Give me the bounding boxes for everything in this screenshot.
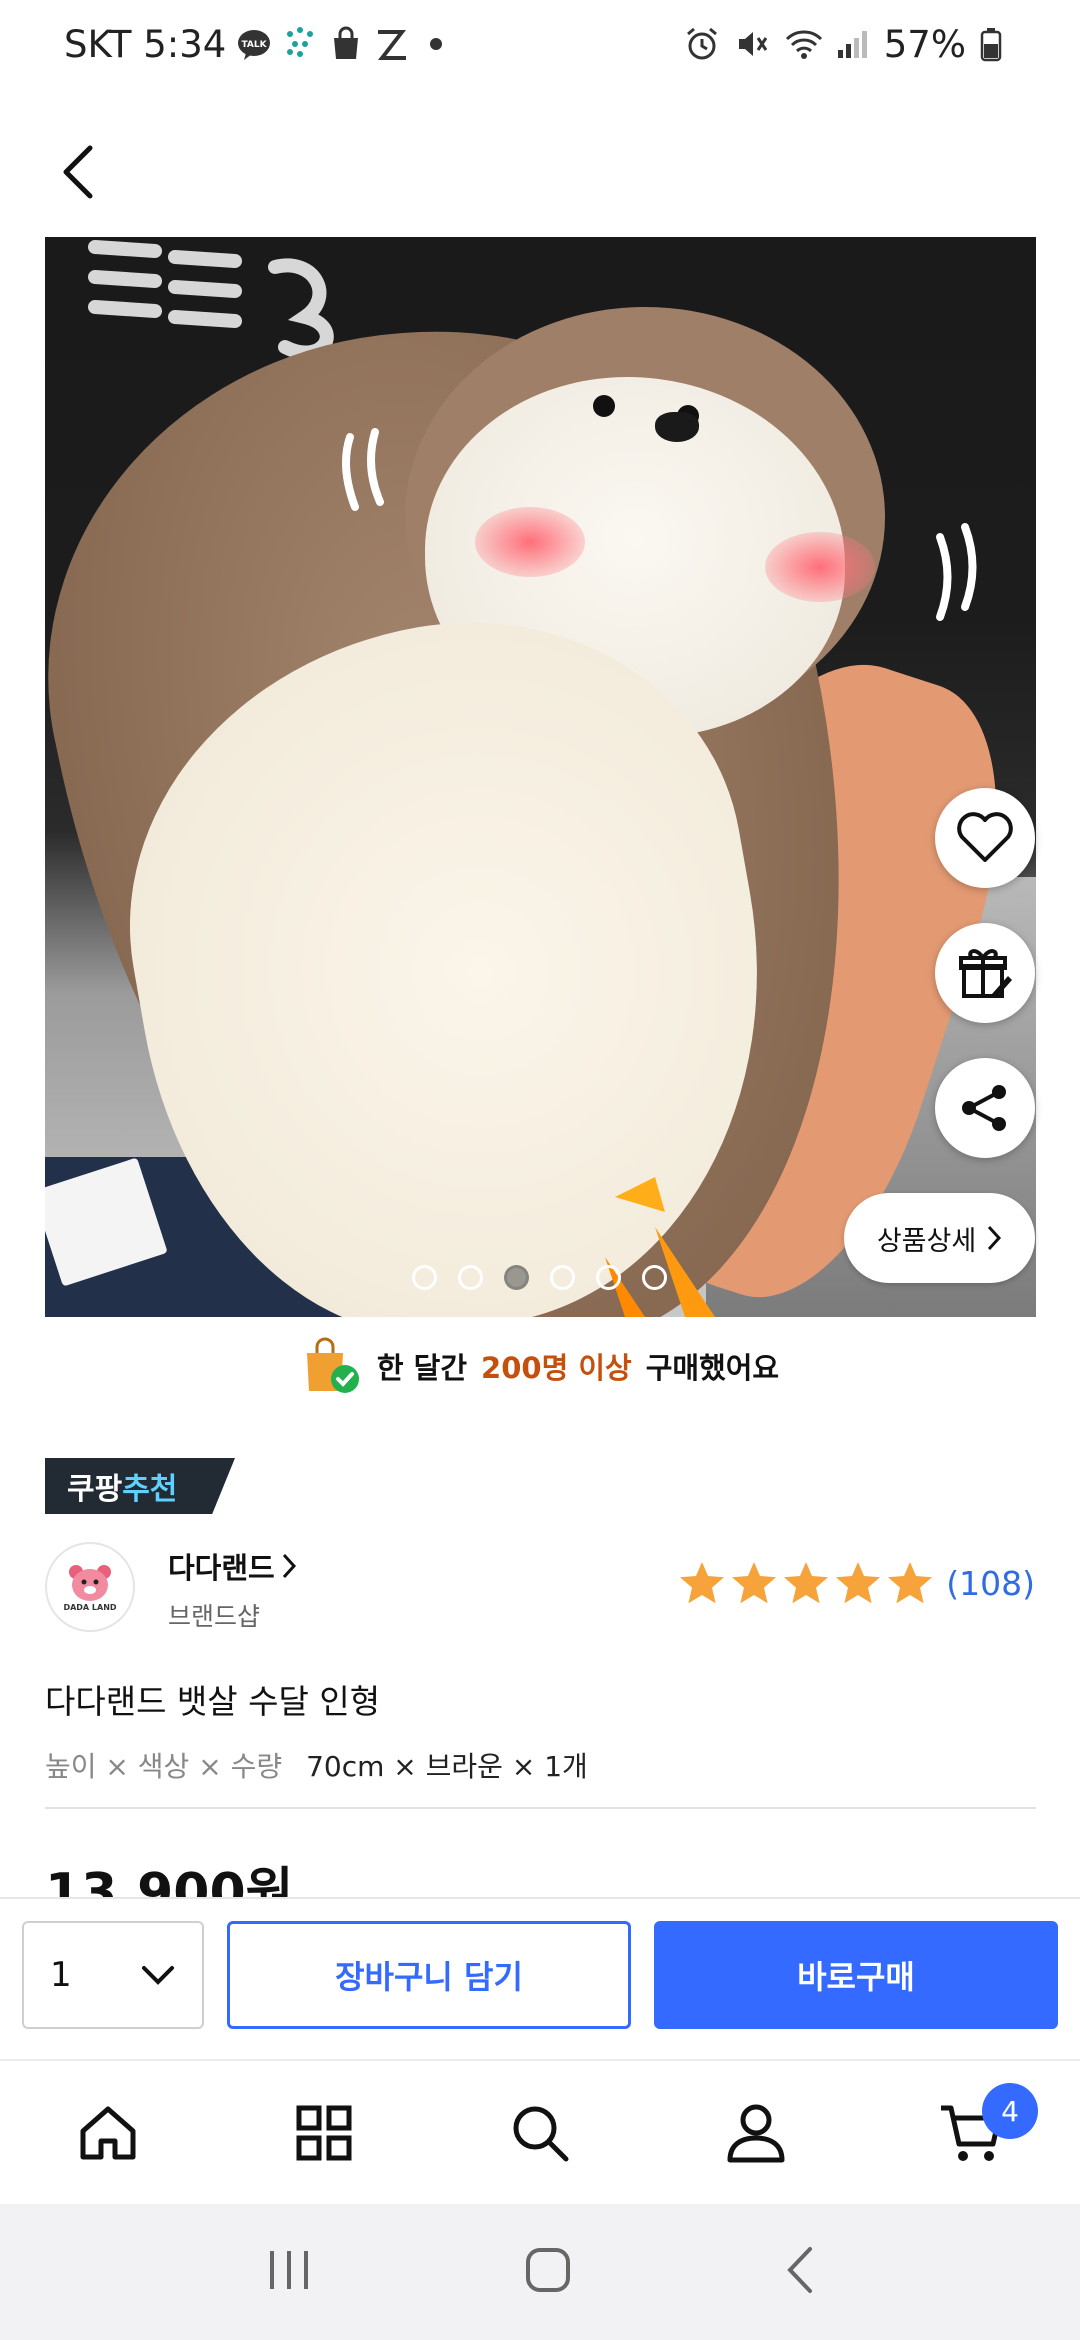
back-button[interactable] [46,132,106,212]
notification-dot [430,38,443,50]
recent-apps-button[interactable] [266,2247,312,2297]
notice-highlight: 200명 이상 [481,1351,632,1385]
product-image-carousel[interactable] [45,237,1036,1317]
quantity-value: 1 [50,1955,72,1995]
gift-icon [959,949,1012,998]
badge-part1: 쿠팡 [67,1472,123,1507]
motion-lines-right [936,523,977,621]
option-label: 높이 × 색상 × 수량 [45,1750,283,1783]
gift-button[interactable] [935,923,1035,1023]
carousel-dot[interactable] [550,1265,575,1290]
nav-search[interactable] [432,2061,648,2204]
dots-app-icon [282,26,318,62]
blush-right [765,532,875,602]
nav-home[interactable] [0,2061,216,2204]
motion-lines-left [342,428,384,511]
seller-name-link[interactable]: 다다랜드 [168,1545,297,1587]
notice-prefix: 한 달간 [376,1351,468,1385]
nav-cart[interactable]: 4 [864,2061,1080,2204]
badge-part2: 추천 [122,1472,178,1507]
wishlist-button[interactable] [935,788,1035,888]
home-icon [80,2106,136,2159]
chevron-left-icon [63,145,93,199]
star-icon [784,1562,829,1604]
seller-logo-text: DADA LAND [63,1602,117,1612]
chevron-down-icon [142,1966,174,1985]
z-app-icon [374,26,410,62]
share-icon [962,1085,1006,1131]
orange-accent [605,1177,715,1317]
cart-count-badge: 4 [982,2083,1038,2139]
carrier-time: SKT 5:34 [64,22,227,66]
chevron-right-icon [988,1225,1002,1251]
buy-now-label: 바로구매 [797,1958,915,1996]
purchase-count-notice: 한 달간 200명 이상 구매했어요 [0,1330,1080,1402]
carousel-dot-active[interactable] [504,1265,529,1290]
seller-type: 브랜드샵 [168,1602,261,1631]
add-to-cart-label: 장바구니 담기 [335,1958,523,1996]
otter-eye-left [593,395,615,417]
grid-icon [296,2105,352,2160]
nav-categories[interactable] [216,2061,432,2204]
seller-logo[interactable]: DADA LAND [45,1542,135,1632]
rating-count[interactable]: (108) [946,1564,1035,1603]
alarm-icon [684,26,720,62]
quantity-select[interactable]: 1 [22,1921,204,2029]
carousel-dot[interactable] [642,1265,667,1290]
home-system-button[interactable] [524,2246,572,2298]
carousel-dots [412,1265,667,1290]
divider [45,1807,1036,1809]
seller-name: 다다랜드 [168,1551,275,1585]
notice-suffix: 구매했어요 [645,1351,780,1385]
carousel-dot[interactable] [412,1265,437,1290]
blush-left [475,507,585,577]
status-bar: SKT 5:34 TALK 57% [0,0,1080,88]
shirt-print-graphic [88,240,334,357]
product-detail-button[interactable]: 상품상세 [844,1193,1035,1283]
shopping-bag-icon [328,26,364,62]
carousel-dot[interactable] [596,1265,621,1290]
bottom-nav: 4 [0,2059,1080,2204]
home-square-icon [526,2248,570,2292]
product-title: 다다랜드 뱃살 수달 인형 [45,1682,381,1721]
bear-logo-icon [69,1564,111,1601]
add-to-cart-button[interactable]: 장바구니 담기 [227,1921,631,2029]
nav-my-account[interactable] [648,2061,864,2204]
share-button[interactable] [935,1058,1035,1158]
rating[interactable]: (108) [678,1560,1035,1606]
recent-apps-icon [270,2251,308,2289]
search-icon [513,2106,569,2161]
star-icon [680,1562,725,1604]
buy-now-button[interactable]: 바로구매 [654,1921,1058,2029]
star-icon [888,1562,933,1604]
option-value: 70cm × 브라운 × 1개 [306,1750,588,1783]
battery-icon [980,26,1016,62]
carousel-dot[interactable] [458,1265,483,1290]
signal-icon [834,26,870,62]
star-icon [732,1562,777,1604]
user-icon [727,2104,785,2162]
heart-icon [957,812,1013,862]
back-system-button[interactable] [784,2245,814,2299]
talk-icon: TALK [236,26,272,62]
otter-nose [655,412,699,442]
back-chevron-icon [787,2247,812,2293]
shopping-bag-check-icon [306,1337,359,1393]
wifi-icon [784,26,822,62]
coupang-recommend-badge: 쿠팡 추천 [45,1458,235,1514]
option-row[interactable]: 높이 × 색상 × 수량 70cm × 브라운 × 1개 [45,1745,588,1785]
system-nav-bar [0,2204,1080,2340]
star-icon [836,1562,881,1604]
svg-text:TALK: TALK [242,40,268,50]
mute-icon [734,26,770,62]
product-detail-label: 상품상세 [876,1225,977,1257]
battery-percent: 57% [883,22,966,66]
purchase-bar: 1 장바구니 담기 바로구매 [0,1897,1080,2059]
chevron-right-icon [282,1553,296,1579]
